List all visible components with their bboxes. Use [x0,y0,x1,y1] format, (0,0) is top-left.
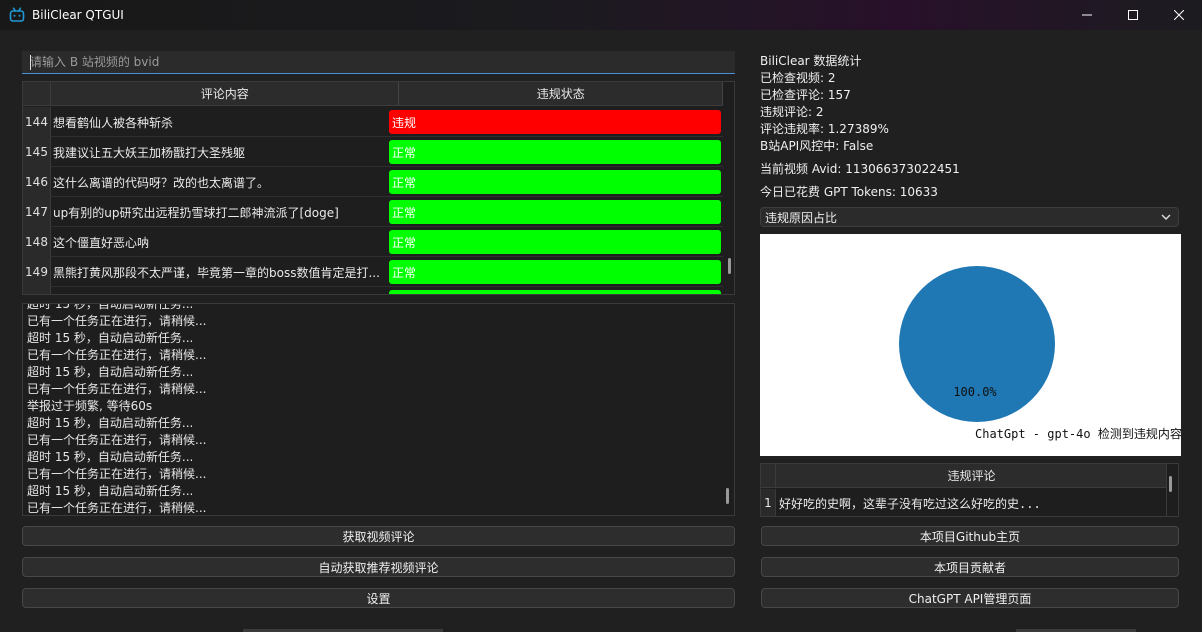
vtable-corner [761,464,776,488]
table-row[interactable]: 146 这什么离谱的代码呀？改的也太离谱了。 正常 [23,167,723,197]
log-line: 超时 15 秒，自动启动新任务... [27,303,194,311]
violation-comments-table[interactable]: 违规评论 1 好好吃的史啊，这辈子没有吃过这么好吃的史... [760,463,1179,517]
table-scrollbar[interactable] [728,258,731,274]
chart-type-select[interactable]: 违规原因占比 [760,207,1179,227]
comments-table[interactable]: 评论内容 违规状态 144 想看鹤仙人被各种斩杀 违规 145 我建议让五大妖王加杨戬打… [22,81,735,295]
log-line: 已有一个任务正在进行，请稍候... [27,348,207,362]
settings-button[interactable]: 设置 [22,588,735,608]
row-number: 147 [23,197,51,227]
log-line: 超时 15 秒，自动启动新任务... [27,331,194,345]
log-lines: 超时 15 秒，自动启动新任务... 已有一个任务正在进行，请稍候... 超时 15… [27,303,207,515]
comment-content-cell[interactable]: 我建议让五大妖王加杨戬打大圣残躯 [53,137,385,167]
stat-current-video: 当前视频 Avid: 113066373022451 [760,162,960,176]
contributors-button[interactable]: 本项目贡献者 [761,557,1179,577]
chevron-down-icon [1161,214,1171,220]
header-comment-content[interactable]: 评论内容 [51,82,400,105]
vtable-scrollbar[interactable] [1169,476,1172,492]
text-caret [30,55,31,70]
maximize-button[interactable] [1110,0,1156,30]
fetch-comments-button[interactable]: 获取视频评论 [22,526,735,546]
table-row[interactable]: 149 黑熊打黄风那段不太严谨，毕竟第一章的boss数值肯定是打... 正常 [23,257,723,287]
log-line: 已有一个任务正在进行，请稍候... [27,382,207,396]
header-violation-status[interactable]: 违规状态 [399,82,723,105]
row-number: 146 [23,167,51,197]
header-violation-comments[interactable]: 违规评论 [776,464,1167,488]
violation-status-cell[interactable]: 正常 [389,140,721,164]
comment-content-cell[interactable]: 这什么离谱的代码呀？改的也太离谱了。 [53,167,385,197]
log-line: 已有一个任务正在进行，请稍候... [27,467,207,481]
pie-chart-svg: 100.0% ChatGpt - gpt-4o 检测到违规内容 [899,266,1181,441]
violation-status-cell[interactable]: 正常 [389,200,721,224]
violation-status-cell[interactable]: 正常 [389,260,721,284]
log-line: 超时 15 秒，自动启动新任务... [27,365,194,379]
stats-title: BiliClear 数据统计 [760,54,862,68]
chart-type-selected: 违规原因占比 [765,210,838,225]
pie-slice-label: ChatGpt - gpt-4o 检测到违规内容 [975,426,1181,441]
log-line: 已有一个任务正在进行，请稍候... [27,501,207,515]
chatgpt-api-button[interactable]: ChatGPT API管理页面 [761,588,1179,608]
close-button[interactable] [1156,0,1202,30]
comment-content-cell[interactable]: 这个僵直好恶心呐 [53,227,385,257]
stat-violation-comments: 违规评论: 2 [760,105,824,119]
title-bar: BiliClear QTGUI [0,0,1202,30]
row-number: 148 [23,227,51,257]
violation-status-cell [389,290,721,294]
table-row[interactable]: 147 up有别的up研究出远程扔雪球打二郎神流派了[doge] 正常 [23,197,723,227]
stat-api-risk: B站API风控中: False [760,139,874,153]
bvid-input[interactable] [22,51,735,74]
stat-violation-rate: 评论违规率: 1.27389% [760,122,889,136]
table-corner [23,82,51,106]
log-line: 举报过于频繁, 等待60s [27,399,153,413]
row-number: 144 [23,107,51,137]
log-scrollbar[interactable] [726,488,729,504]
row-number [23,287,51,294]
violation-status-cell[interactable]: 正常 [389,230,721,254]
log-line: 超时 15 秒，自动启动新任务... [27,484,194,498]
table-row[interactable]: 148 这个僵直好恶心呐 正常 [23,227,723,257]
vtable-row-number: 1 [761,489,776,516]
table-row-partial [23,287,723,294]
github-button[interactable]: 本项目Github主页 [761,526,1179,546]
minimize-button[interactable] [1064,0,1110,30]
log-line: 超时 15 秒，自动启动新任务... [27,450,194,464]
stat-gpt-tokens: 今日已花费 GPT Tokens: 10633 [760,185,938,199]
comment-content-cell[interactable]: up有别的up研究出远程扔雪球打二郎神流派了[doge] [53,197,385,227]
pie-percent-label: 100.0% [953,385,997,399]
row-number: 145 [23,137,51,167]
log-line: 已有一个任务正在进行，请稍候... [27,314,207,328]
stat-checked-comments: 已检查评论: 157 [760,88,851,102]
stat-checked-videos: 已检查视频: 2 [760,71,836,85]
window-controls [1064,0,1202,30]
row-number: 149 [23,257,51,287]
comment-content-cell[interactable]: 黑熊打黄风那段不太严谨，毕竟第一章的boss数值肯定是打... [53,257,385,287]
table-row[interactable]: 145 我建议让五大妖王加杨戬打大圣残躯 正常 [23,137,723,167]
bilibili-tv-icon [9,7,25,22]
violation-reason-chart: 100.0% ChatGpt - gpt-4o 检测到违规内容 [760,234,1181,456]
minimize-icon [1082,14,1092,16]
auto-fetch-button[interactable]: 自动获取推荐视频评论 [22,557,735,577]
log-output[interactable]: 超时 15 秒，自动启动新任务... 已有一个任务正在进行，请稍候... 超时 15… [22,303,735,516]
violation-status-cell[interactable]: 正常 [389,170,721,194]
log-line: 超时 15 秒，自动启动新任务... [27,416,194,430]
table-row[interactable]: 144 想看鹤仙人被各种斩杀 违规 [23,107,723,137]
comment-content-cell[interactable]: 想看鹤仙人被各种斩杀 [53,107,385,137]
log-line: 已有一个任务正在进行，请稍候... [27,433,207,447]
vtable-row-content[interactable]: 好好吃的史啊，这辈子没有吃过这么好吃的史... [779,489,1164,516]
violation-status-cell[interactable]: 违规 [389,110,721,134]
maximize-icon [1128,10,1138,20]
close-icon [1174,10,1184,20]
table-header: 评论内容 违规状态 [51,82,723,106]
vtable-divider [1166,464,1167,516]
window-title: BiliClear QTGUI [32,8,124,22]
